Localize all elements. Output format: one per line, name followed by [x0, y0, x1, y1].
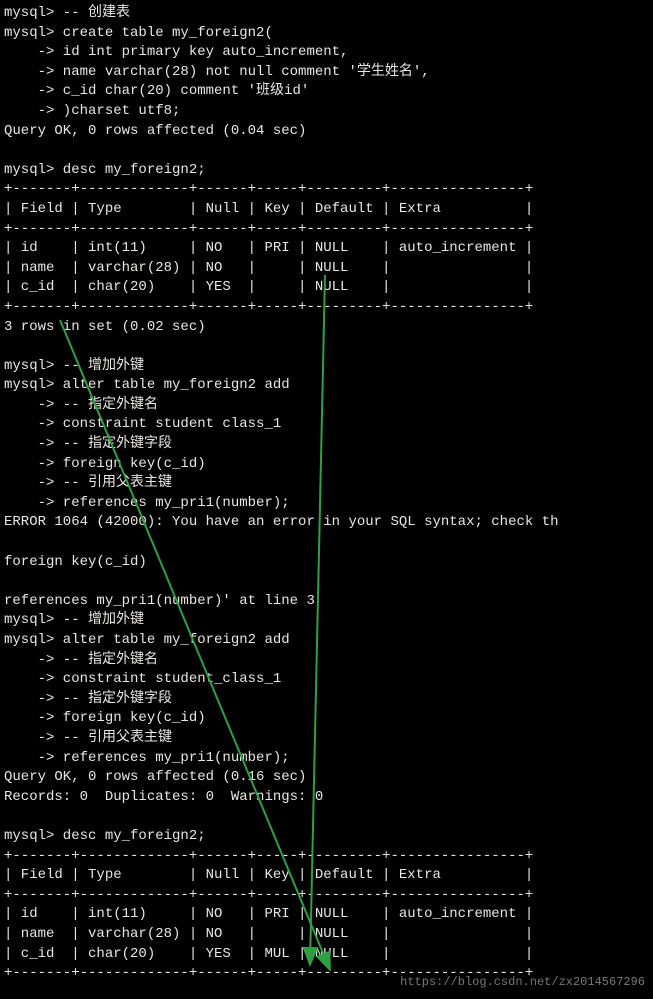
terminal-output: mysql> -- 创建表 mysql> create table my_for…	[4, 4, 649, 984]
watermark-text: https://blog.csdn.net/zx2014567296	[400, 974, 645, 991]
